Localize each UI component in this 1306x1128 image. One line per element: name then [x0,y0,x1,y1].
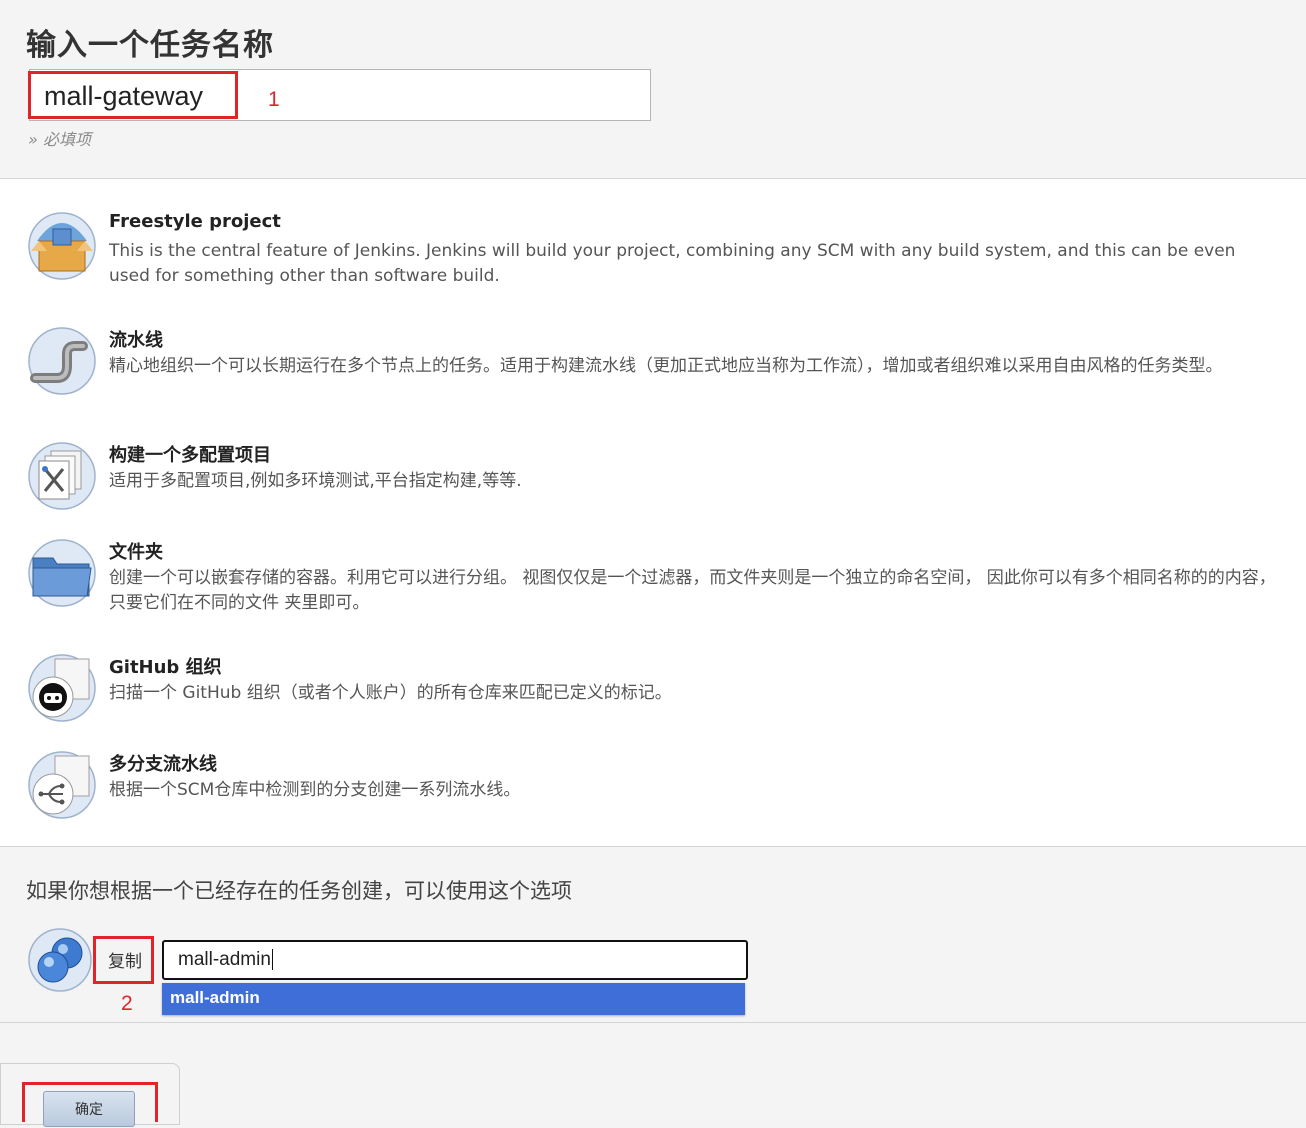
copy-from-input[interactable]: mall-admin [162,940,748,980]
item-description: 根据一个SCM仓库中检测到的分支创建一系列流水线。 [109,780,521,800]
annotation-box-3 [22,1082,158,1122]
annotation-box-2 [93,936,154,984]
annotation-number-1: 1 [268,88,280,111]
item-title: 流水线 [109,330,163,351]
copy-item-icon [28,928,92,992]
required-note: » 必填项 [28,130,91,149]
text-caret [271,949,273,971]
copy-input-value: mall-admin [178,949,271,970]
folder-icon [28,539,96,607]
freestyle-project-icon [28,212,96,280]
copy-heading: 如果你想根据一个已经存在的任务创建，可以使用这个选项 [26,879,572,903]
copy-from-section: 如果你想根据一个已经存在的任务创建，可以使用这个选项 复制 2 mall-adm… [0,847,1306,1023]
item-description: 扫描一个 GitHub 组织（或者个人账户）的所有仓库来匹配已定义的标记。 [109,683,672,703]
item-title: Freestyle project [109,211,281,232]
item-description: 精心地组织一个可以长期运行在多个节点上的任务。适用于构建流水线（更加正式地应当称… [109,356,1223,376]
task-name-section: 输入一个任务名称 mall-gateway 1 » 必填项 [0,0,1306,179]
item-title: 构建一个多配置项目 [109,445,271,466]
pipeline-icon [28,327,96,395]
item-description: This is the central feature of Jenkins. … [109,241,1236,286]
multibranch-pipeline-icon [28,751,96,819]
multi-configuration-icon [28,442,96,510]
annotation-number-2: 2 [121,992,133,1015]
item-title: 文件夹 [109,542,163,563]
item-type-list: Freestyle project This is the central fe… [0,179,1306,847]
github-organization-icon [28,654,96,722]
item-description: 适用于多配置项目,例如多环境测试,平台指定构建,等等. [109,471,522,491]
item-title: GitHub 组织 [109,657,222,678]
annotation-box-1 [28,71,238,119]
item-description: 创建一个可以嵌套存储的容器。利用它可以进行分组。 视图仅仅是一个过滤器，而文件夹… [109,568,1276,613]
page-title: 输入一个任务名称 [26,28,274,63]
autocomplete-suggestion[interactable]: mall-admin [162,983,745,1015]
item-title: 多分支流水线 [109,754,217,775]
